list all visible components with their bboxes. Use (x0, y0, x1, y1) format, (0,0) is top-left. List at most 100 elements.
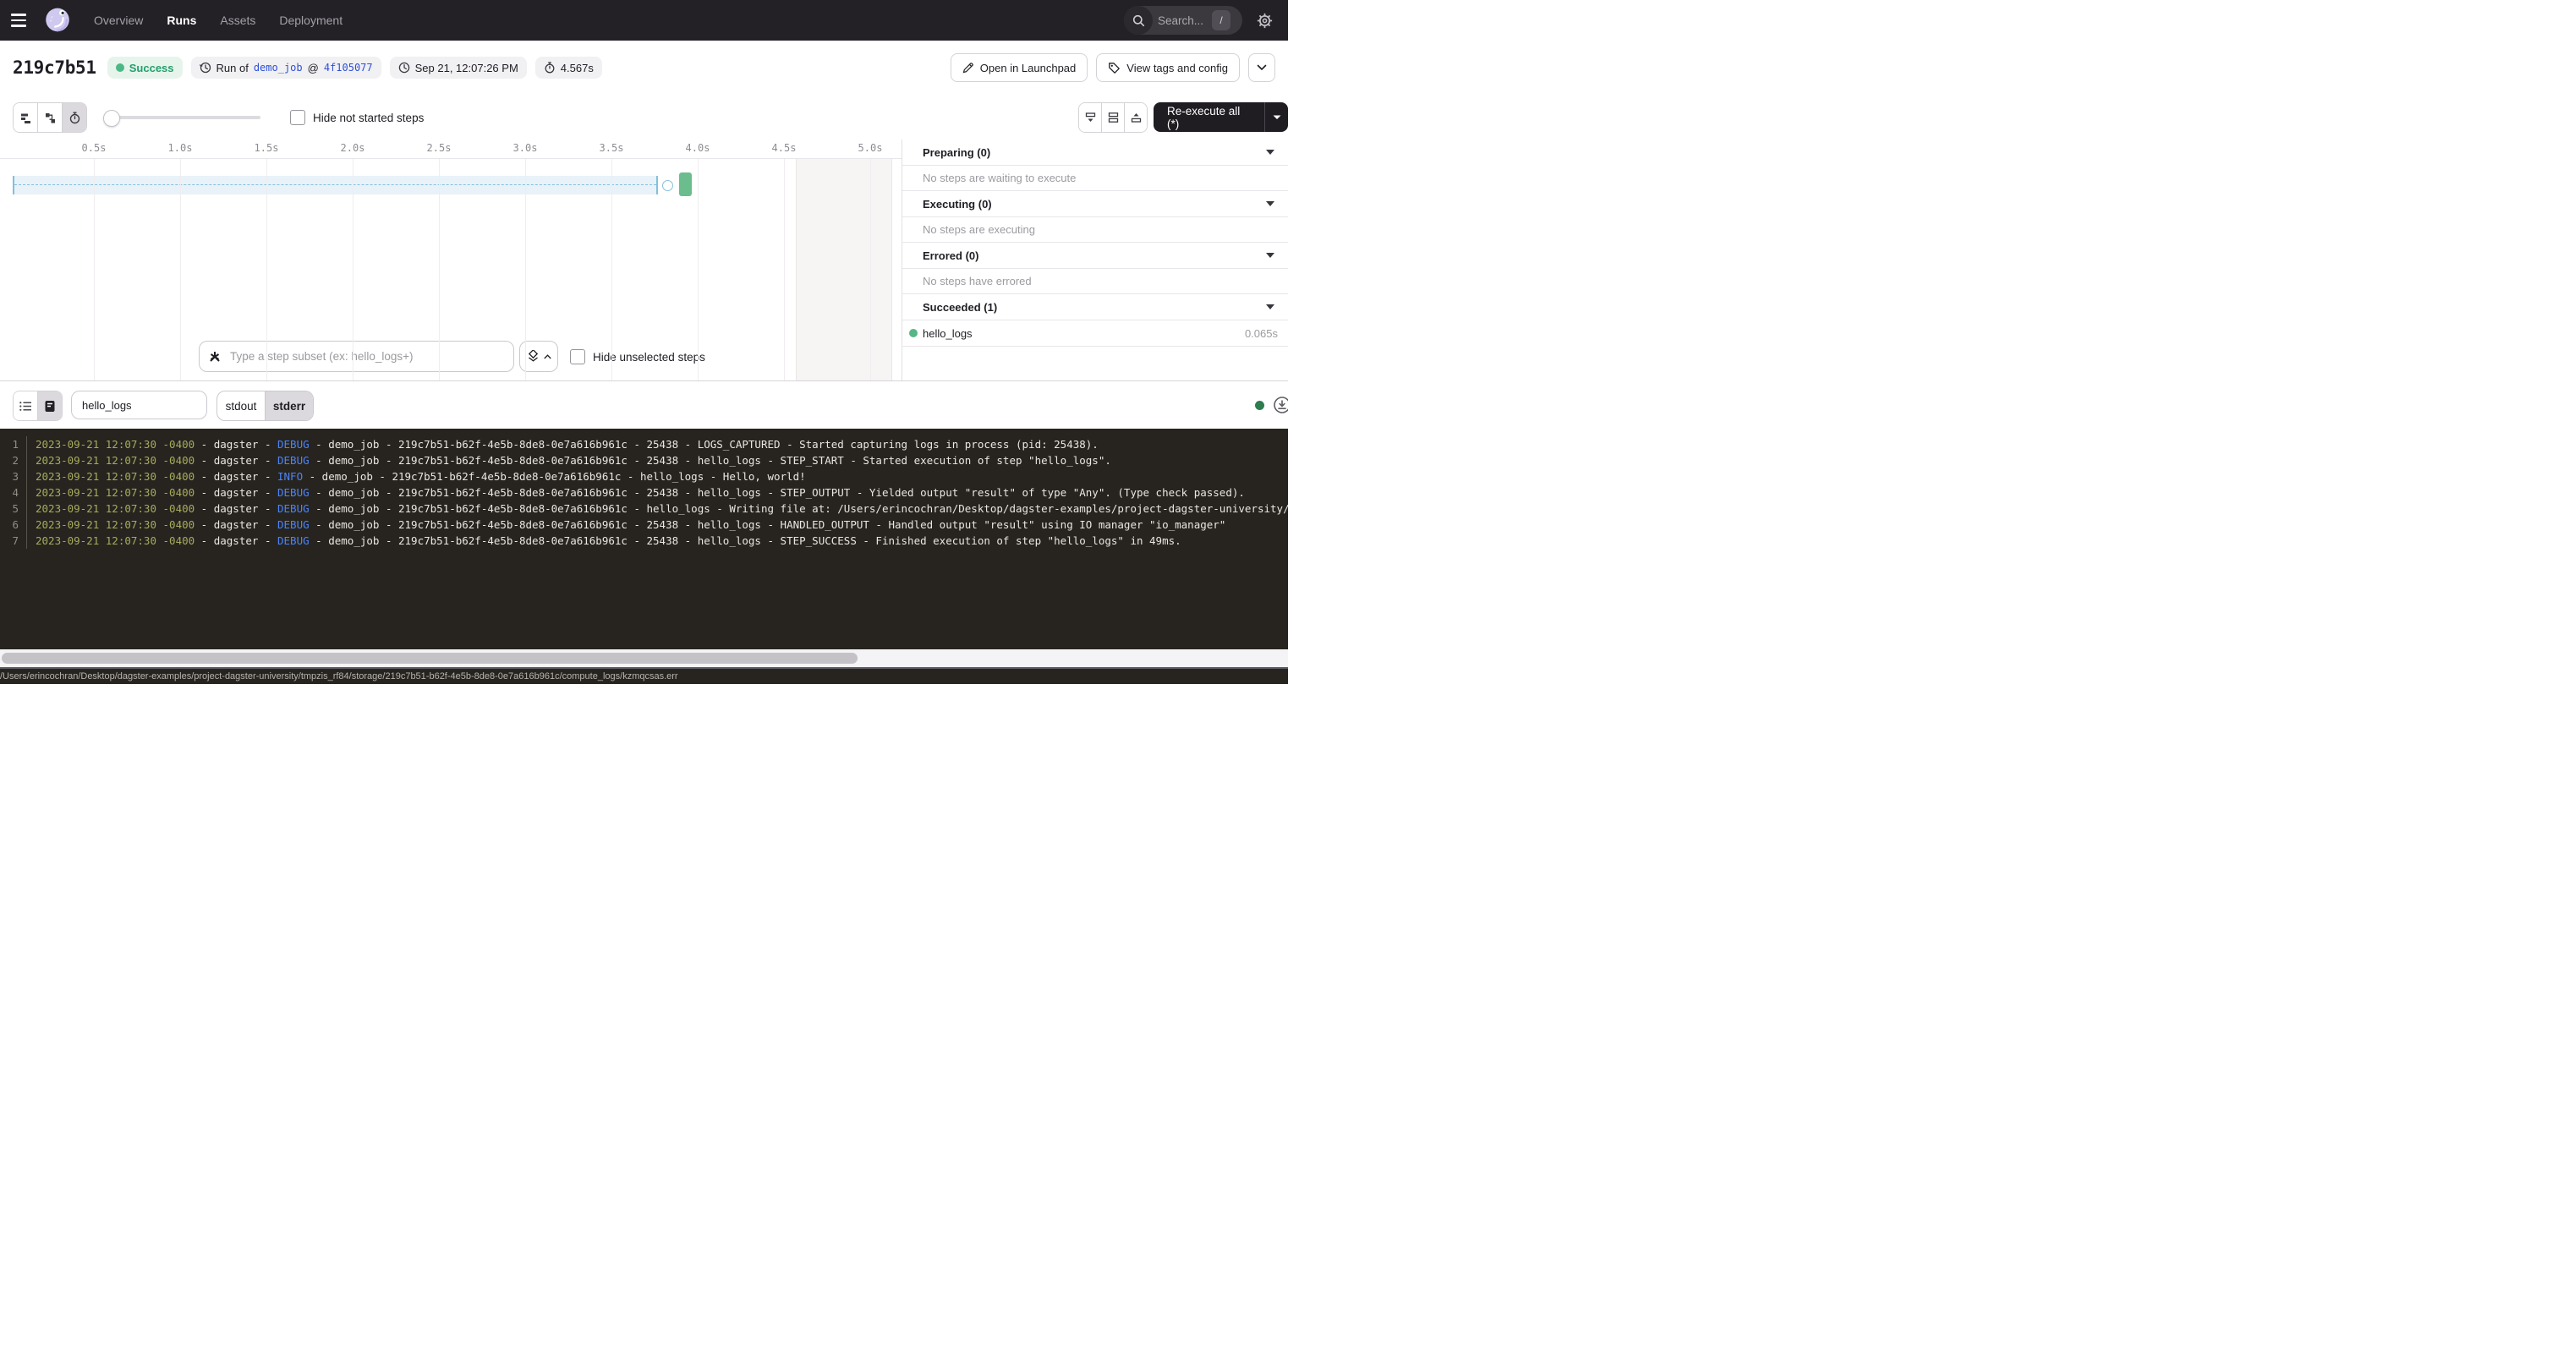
nav-item-runs[interactable]: Runs (167, 14, 196, 27)
log-gutter-divider (26, 517, 36, 533)
section-empty-text: No steps are executing (902, 217, 1288, 243)
run-id-title: 219c7b51 (13, 57, 96, 78)
run-of-badge: Run of demo_job @ 4f105077 (191, 57, 381, 79)
zoom-slider-handle[interactable] (103, 110, 120, 127)
section-header-succeeded[interactable]: Succeeded (1) (902, 294, 1288, 320)
nav-item-assets[interactable]: Assets (220, 14, 255, 27)
step-marker-circle (662, 180, 673, 191)
nav-items: Overview Runs Assets Deployment (94, 14, 343, 27)
step-waiting-band (13, 176, 658, 194)
section-header-errored[interactable]: Errored (0) (902, 243, 1288, 269)
section-empty-text: No steps are waiting to execute (902, 166, 1288, 191)
gridline (611, 159, 612, 380)
run-header: 219c7b51 Success Run of demo_job @ 4f105… (0, 41, 1288, 95)
dagster-logo-icon[interactable] (43, 6, 72, 35)
step-name: hello_logs (923, 327, 973, 340)
expand-up-icon (1130, 112, 1143, 123)
log-line-number: 4 (0, 484, 19, 501)
log-gutter-divider (26, 533, 36, 549)
log-line-number: 3 (0, 468, 19, 484)
waterfall-view-button[interactable] (37, 103, 62, 132)
view-tags-config-button[interactable]: View tags and config (1096, 53, 1240, 82)
hide-not-started-row: Hide not started steps (290, 110, 424, 125)
panel-layout-group (1078, 102, 1148, 133)
search-box[interactable]: / (1124, 6, 1242, 35)
axis-tick-label: 1.0s (168, 142, 193, 154)
log-line: 42023-09-21 12:07:30 -0400 - dagster - D… (0, 484, 1288, 501)
gridline (439, 159, 440, 380)
hide-not-started-checkbox[interactable] (290, 110, 305, 125)
gridline (784, 159, 785, 380)
collapse-down-icon (1084, 112, 1097, 123)
start-time-badge: Sep 21, 12:07:26 PM (390, 57, 527, 79)
caret-down-icon (1273, 115, 1281, 120)
caret-down-icon (1266, 304, 1274, 309)
stdout-stderr-tabs: stdoutstderr (216, 391, 314, 421)
log-line: 62023-09-21 12:07:30 -0400 - dagster - D… (0, 517, 1288, 533)
split-panels-button[interactable] (1101, 103, 1124, 132)
log-gutter-divider (26, 468, 36, 484)
log-source: - dagster - (195, 501, 277, 517)
log-source: - dagster - (195, 436, 277, 452)
hide-unselected-checkbox[interactable] (570, 349, 585, 364)
gantt-toolbar: Hide not started steps Re-execute all (*… (0, 95, 1288, 140)
open-in-launchpad-button[interactable]: Open in Launchpad (951, 53, 1088, 82)
settings-gear-icon[interactable] (1254, 10, 1274, 30)
dagster-run-page: Overview Runs Assets Deployment / 219c7b51 (0, 0, 1288, 684)
download-log-button[interactable] (1273, 396, 1288, 414)
gridline (353, 159, 354, 380)
tab-stdout[interactable]: stdout (217, 391, 265, 420)
nav-item-deployment[interactable]: Deployment (279, 14, 343, 27)
run-actions-menu-button[interactable] (1248, 53, 1275, 82)
job-name-link[interactable]: demo_job (254, 62, 303, 74)
gantt-plot-area: Hide unselected steps (0, 159, 902, 380)
zoom-slider[interactable] (103, 116, 260, 119)
log-step-filter-input[interactable] (71, 391, 207, 419)
header-buttons: Open in Launchpad View tags and config (951, 53, 1275, 82)
log-message: - demo_job - 219c7b51-b62f-4e5b-8de8-0e7… (310, 436, 1099, 452)
event-list-view-button[interactable] (14, 391, 37, 420)
log-line: 12023-09-21 12:07:30 -0400 - dagster - D… (0, 436, 1288, 452)
log-stream-status-dot (1255, 401, 1264, 410)
collapse-down-button[interactable] (1079, 103, 1101, 132)
caret-down-icon (1266, 150, 1274, 155)
log-line-number: 6 (0, 517, 19, 533)
section-header-preparing[interactable]: Preparing (0) (902, 140, 1288, 166)
log-toolbar: stdoutstderr (0, 380, 1288, 429)
section-empty-text: No steps have errored (902, 269, 1288, 294)
gantt-chart: 0.5s1.0s1.5s2.0s2.5s3.0s3.5s4.0s4.5s5.0s (0, 140, 902, 380)
raw-log-output: 12023-09-21 12:07:30 -0400 - dagster - D… (0, 429, 1288, 649)
hide-unselected-row: Hide unselected steps (570, 349, 705, 364)
flat-view-icon (19, 112, 32, 124)
axis-tick-label: 3.0s (513, 142, 538, 154)
top-navbar: Overview Runs Assets Deployment / (0, 0, 1288, 41)
reexecute-all-button[interactable]: Re-execute all (*) (1154, 102, 1288, 132)
reexecute-menu-caret[interactable] (1264, 102, 1288, 132)
log-timestamp: 2023-09-21 12:07:30 -0400 (36, 517, 195, 533)
axis-tick-label: 4.0s (686, 142, 710, 154)
log-level: DEBUG (277, 501, 310, 517)
flat-view-button[interactable] (14, 103, 37, 132)
step-row-hello_logs[interactable]: hello_logs0.065s (902, 320, 1288, 347)
step-bar-hello-logs[interactable] (679, 172, 692, 196)
section-header-executing[interactable]: Executing (0) (902, 191, 1288, 217)
hamburger-menu-icon[interactable] (11, 10, 31, 30)
log-message: - demo_job - 219c7b51-b62f-4e5b-8de8-0e7… (310, 517, 1226, 533)
tab-stderr[interactable]: stderr (265, 391, 313, 420)
log-horizontal-scrollbar[interactable] (0, 649, 1288, 669)
run-badges: Success Run of demo_job @ 4f105077 Sep 2… (107, 57, 602, 79)
log-message: - demo_job - 219c7b51-b62f-4e5b-8de8-0e7… (303, 468, 806, 484)
step-subset-input[interactable] (228, 349, 513, 364)
timing-view-button[interactable] (62, 103, 86, 132)
log-message: - demo_job - 219c7b51-b62f-4e5b-8de8-0e7… (310, 533, 1181, 549)
log-line: 22023-09-21 12:07:30 -0400 - dagster - D… (0, 452, 1288, 468)
nav-item-overview[interactable]: Overview (94, 14, 143, 27)
expand-up-button[interactable] (1124, 103, 1147, 132)
log-file-path: /Users/erincochran/Desktop/dagster-examp… (0, 671, 678, 681)
snapshot-id-link[interactable]: 4f105077 (324, 62, 373, 74)
search-input[interactable] (1153, 14, 1212, 27)
scrollbar-thumb[interactable] (2, 653, 858, 664)
raw-log-view-button[interactable] (37, 391, 62, 420)
gridline (870, 159, 871, 380)
search-icon (1124, 6, 1153, 35)
